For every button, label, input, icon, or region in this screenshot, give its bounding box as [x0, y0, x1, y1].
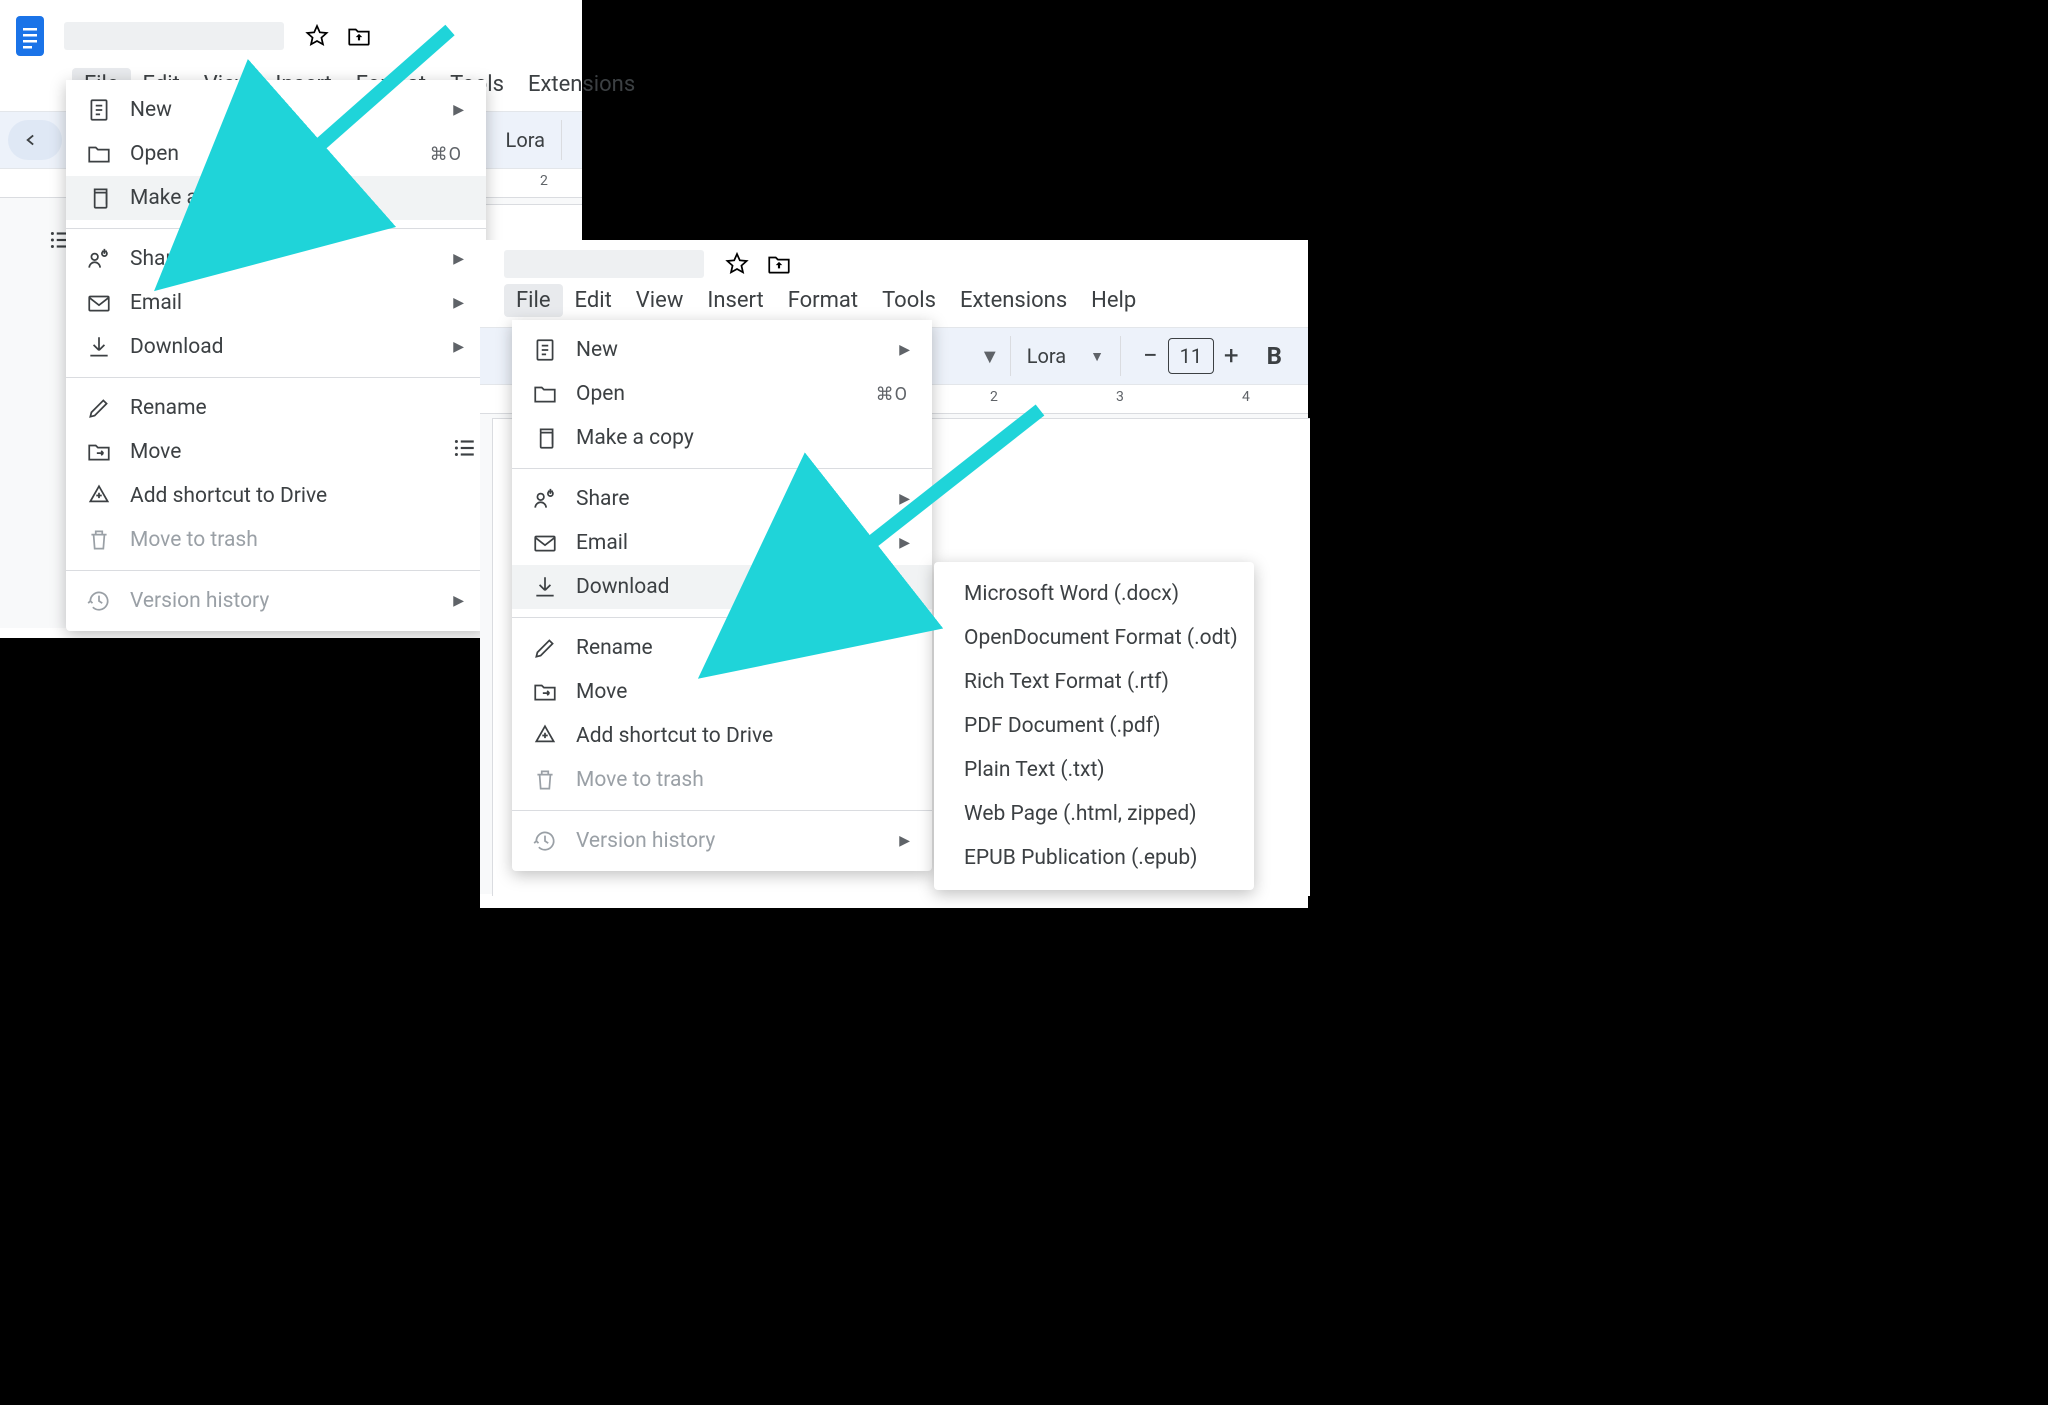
download-docx[interactable]: Microsoft Word (.docx) — [934, 572, 1254, 616]
font-name: Lora — [1027, 344, 1066, 368]
move-icon — [532, 679, 558, 705]
download-odt[interactable]: OpenDocument Format (.odt) — [934, 616, 1254, 660]
email-icon — [86, 290, 112, 316]
download-icon — [86, 334, 112, 360]
chevron-right-icon: ▶ — [453, 102, 464, 118]
file-menu-make-copy[interactable]: Make a copy — [66, 176, 486, 220]
rename-icon — [532, 635, 558, 661]
open-shortcut: ⌘O — [876, 384, 908, 405]
menu-format[interactable]: Format — [776, 284, 870, 317]
copy-icon — [86, 185, 112, 211]
menu-tools[interactable]: Tools — [870, 284, 948, 317]
file-menu-open[interactable]: Open ⌘O — [512, 372, 932, 416]
star-icon[interactable] — [304, 23, 330, 49]
ruler-mark: 4 — [1242, 389, 1250, 405]
download-txt[interactable]: Plain Text (.txt) — [934, 748, 1254, 792]
download-html[interactable]: Web Page (.html, zipped) — [934, 792, 1254, 836]
file-menu-email[interactable]: Email ▶ — [66, 281, 486, 325]
file-menu-move[interactable]: Move — [66, 430, 486, 474]
file-menu-new[interactable]: New ▶ — [66, 88, 486, 132]
rename-icon — [86, 395, 112, 421]
chevron-right-icon: ▶ — [899, 342, 910, 358]
file-menu-new[interactable]: New ▶ — [512, 328, 932, 372]
trash-icon — [532, 767, 558, 793]
file-menu-move[interactable]: Move — [512, 670, 932, 714]
chevron-right-icon: ▶ — [899, 833, 910, 849]
move-to-drive-icon[interactable] — [346, 23, 372, 49]
menu-view[interactable]: View — [624, 284, 696, 317]
ruler-mark: 2 — [540, 173, 548, 189]
download-submenu: Microsoft Word (.docx) OpenDocument Form… — [934, 562, 1254, 890]
file-menu-download[interactable]: Download ▶ — [512, 565, 932, 609]
file-menu-share[interactable]: Share ▶ — [512, 477, 932, 521]
download-icon — [532, 574, 558, 600]
download-rtf[interactable]: Rich Text Format (.rtf) — [934, 660, 1254, 704]
increase-font-button[interactable]: + — [1224, 341, 1239, 371]
move-to-drive-icon[interactable] — [766, 251, 792, 277]
history-icon — [86, 588, 112, 614]
drive-shortcut-icon — [86, 483, 112, 509]
share-icon — [532, 486, 558, 512]
chevron-right-icon: ▶ — [453, 251, 464, 267]
docs-logo-icon[interactable] — [10, 10, 50, 62]
download-pdf[interactable]: PDF Document (.pdf) — [934, 704, 1254, 748]
file-menu-add-shortcut[interactable]: Add shortcut to Drive — [66, 474, 486, 518]
show-outline-icon[interactable] — [444, 428, 484, 468]
file-menu-rename[interactable]: Rename — [512, 626, 932, 670]
new-doc-icon — [532, 337, 558, 363]
menu-help[interactable]: Help — [1079, 284, 1148, 317]
drive-shortcut-icon — [532, 723, 558, 749]
doc-title[interactable] — [504, 250, 704, 278]
folder-icon — [86, 141, 112, 167]
chevron-right-icon: ▶ — [899, 535, 910, 551]
doc-title[interactable] — [64, 22, 284, 50]
download-epub[interactable]: EPUB Publication (.epub) — [934, 836, 1254, 880]
decrease-font-button[interactable]: − — [1143, 341, 1158, 371]
file-menu-trash: Move to trash — [66, 518, 486, 562]
font-picker[interactable]: Lora — [485, 120, 562, 160]
undo-button[interactable] — [8, 120, 62, 160]
open-shortcut: ⌘O — [430, 144, 462, 165]
font-picker[interactable]: Lora ▼ — [1010, 336, 1121, 376]
file-menu: New ▶ Open ⌘O Make a copy Share ▶ Email … — [512, 320, 932, 871]
file-menu-open[interactable]: Open ⌘O — [66, 132, 486, 176]
new-doc-icon — [86, 97, 112, 123]
menu-file[interactable]: File — [504, 284, 563, 317]
folder-icon — [532, 381, 558, 407]
bold-button[interactable]: B — [1261, 342, 1288, 370]
menu-extensions[interactable]: Extensions — [948, 284, 1079, 317]
styles-dropdown-caret-icon[interactable]: ▼ — [980, 344, 1000, 369]
file-menu-make-copy[interactable]: Make a copy — [512, 416, 932, 460]
menu-edit[interactable]: Edit — [563, 284, 624, 317]
file-menu-rename[interactable]: Rename — [66, 386, 486, 430]
chevron-right-icon: ▶ — [453, 295, 464, 311]
file-menu-version[interactable]: Version history ▶ — [66, 579, 486, 623]
star-icon[interactable] — [724, 251, 750, 277]
copy-icon — [532, 425, 558, 451]
trash-icon — [86, 527, 112, 553]
ruler-mark: 2 — [990, 389, 998, 405]
move-icon — [86, 439, 112, 465]
chevron-right-icon: ▶ — [899, 491, 910, 507]
history-icon — [532, 828, 558, 854]
chevron-right-icon: ▶ — [899, 579, 910, 595]
file-menu-add-shortcut[interactable]: Add shortcut to Drive — [512, 714, 932, 758]
file-menu-share[interactable]: Share ▶ — [66, 237, 486, 281]
file-menu-download[interactable]: Download ▶ — [66, 325, 486, 369]
ruler-mark: 3 — [1116, 389, 1124, 405]
font-name: Lora — [506, 128, 545, 152]
file-menu-version[interactable]: Version history ▶ — [512, 819, 932, 863]
menu-insert[interactable]: Insert — [695, 284, 775, 317]
chevron-right-icon: ▶ — [453, 593, 464, 609]
file-menu: New ▶ Open ⌘O Make a copy Share ▶ Email … — [66, 80, 486, 631]
file-menu-trash: Move to trash — [512, 758, 932, 802]
menu-extensions[interactable]: Extensions — [516, 68, 647, 101]
font-size-control: − 11 + — [1131, 338, 1251, 374]
font-size-input[interactable]: 11 — [1168, 338, 1214, 374]
share-icon — [86, 246, 112, 272]
email-icon — [532, 530, 558, 556]
file-menu-email[interactable]: Email ▶ — [512, 521, 932, 565]
chevron-down-icon: ▼ — [1090, 348, 1104, 365]
chevron-right-icon: ▶ — [453, 339, 464, 355]
